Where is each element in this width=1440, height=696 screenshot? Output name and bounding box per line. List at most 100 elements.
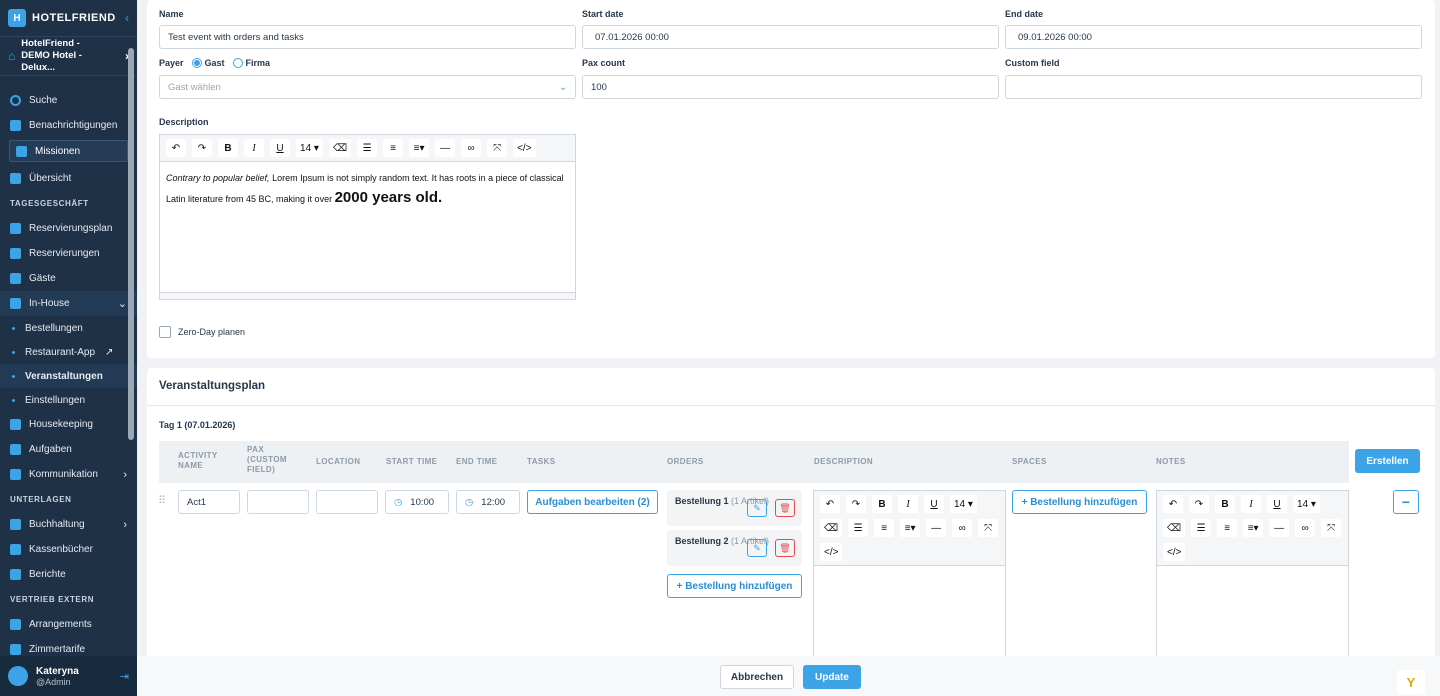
sidebar-item-room-rates[interactable]: Zimmertarife <box>0 637 137 656</box>
undo-icon[interactable]: ↶ <box>166 139 186 157</box>
italic-icon[interactable]: I <box>244 139 264 157</box>
italic-icon[interactable]: I <box>898 495 918 513</box>
numbered-list-icon[interactable]: ≡ <box>383 139 404 157</box>
underline-icon[interactable]: U <box>924 495 944 513</box>
activity-name-input[interactable]: Act1 <box>178 490 240 514</box>
fullscreen-icon[interactable]: ⤧ <box>487 139 508 157</box>
hotelfriend-logo-icon: H <box>8 9 26 27</box>
sidebar-item-reservation-plan[interactable]: Reservierungsplan <box>0 216 137 241</box>
sidebar-item-housekeeping[interactable]: Housekeeping <box>0 412 137 437</box>
align-icon[interactable]: ≡▾ <box>900 519 921 537</box>
sidebar-item-accounting[interactable]: Buchhaltung › <box>0 512 137 537</box>
bullet-list-icon[interactable]: ☰ <box>848 519 869 537</box>
delete-order-icon[interactable]: 🗑 <box>775 539 795 557</box>
horizontal-rule-icon[interactable]: — <box>435 139 456 157</box>
link-icon[interactable]: ∞ <box>1295 519 1316 537</box>
link-icon[interactable]: ∞ <box>461 139 482 157</box>
sidebar-item-reports[interactable]: Berichte <box>0 562 137 587</box>
end-time-input[interactable]: ◷ 12:00 <box>456 490 520 514</box>
sidebar-scrollbar[interactable] <box>128 48 134 440</box>
update-button[interactable]: Update <box>803 665 861 689</box>
sidebar-sub-events[interactable]: Veranstaltungen <box>0 364 137 388</box>
undo-icon[interactable]: ↶ <box>820 495 840 513</box>
italic-icon[interactable]: I <box>1241 495 1261 513</box>
bullet-list-icon[interactable]: ☰ <box>357 139 378 157</box>
zero-day-checkbox[interactable] <box>159 326 171 338</box>
bullet-list-icon[interactable]: ☰ <box>1191 519 1212 537</box>
eraser-icon[interactable]: ⌫ <box>820 519 843 537</box>
code-icon[interactable]: </> <box>1163 543 1186 561</box>
sidebar-item-missions[interactable]: Missionen <box>9 140 128 162</box>
logout-icon[interactable]: ⇥ <box>120 670 129 683</box>
horizontal-rule-icon[interactable]: — <box>926 519 947 537</box>
description-content[interactable]: Contrary to popular belief, Lorem Ipsum … <box>160 162 575 215</box>
align-icon[interactable]: ≡▾ <box>409 139 430 157</box>
bold-icon[interactable]: B <box>218 139 238 157</box>
helper-widget-icon[interactable]: Y <box>1397 670 1425 694</box>
underline-icon[interactable]: U <box>1267 495 1287 513</box>
sidebar-item-guests[interactable]: Gäste <box>0 266 137 291</box>
drag-handle-icon[interactable]: ⠿ <box>158 494 166 507</box>
sidebar-item-in-house[interactable]: In-House ⌄ <box>0 291 137 316</box>
start-date-input[interactable]: 07.01.2026 00:00 <box>582 25 999 49</box>
create-button[interactable]: Erstellen <box>1355 449 1420 473</box>
sidebar-sub-orders[interactable]: Bestellungen <box>0 316 137 340</box>
edit-order-icon[interactable]: ✎ <box>747 499 767 517</box>
underline-icon[interactable]: U <box>270 139 290 157</box>
sidebar-item-overview[interactable]: Übersicht <box>0 166 137 191</box>
delete-order-icon[interactable]: 🗑 <box>775 499 795 517</box>
location-input[interactable] <box>316 490 378 514</box>
code-icon[interactable]: </> <box>820 543 843 561</box>
fullscreen-icon[interactable]: ⤧ <box>1321 519 1342 537</box>
sidebar-item-search[interactable]: Suche <box>0 88 137 113</box>
edit-tasks-button[interactable]: Aufgaben bearbeiten (2) <box>527 490 658 514</box>
undo-icon[interactable]: ↶ <box>1163 495 1183 513</box>
font-size-select[interactable]: 14 ▾ <box>1293 495 1320 513</box>
pax-custom-input[interactable] <box>247 490 309 514</box>
numbered-list-icon[interactable]: ≡ <box>874 519 895 537</box>
custom-field-input[interactable] <box>1005 75 1422 99</box>
sidebar-item-notifications[interactable]: Benachrichtigungen <box>0 113 137 138</box>
link-icon[interactable]: ∞ <box>952 519 973 537</box>
redo-icon[interactable]: ↷ <box>192 139 212 157</box>
user-profile[interactable]: Kateryna @Admin ⇥ <box>0 656 137 696</box>
name-input[interactable]: Test event with orders and tasks <box>159 25 576 49</box>
payer-radio-company[interactable]: Firma <box>232 58 270 68</box>
font-size-select[interactable]: 14 ▾ <box>950 495 977 513</box>
horizontal-rule-icon[interactable]: — <box>1269 519 1290 537</box>
bold-icon[interactable]: B <box>1215 495 1235 513</box>
eraser-icon[interactable]: ⌫ <box>328 139 352 157</box>
sidebar-item-tasks[interactable]: Aufgaben <box>0 437 137 462</box>
guest-select[interactable]: Gast wählen ⌄ <box>159 75 576 99</box>
start-time-input[interactable]: ◷ 10:00 <box>385 490 449 514</box>
remove-row-button[interactable]: − <box>1393 490 1419 514</box>
editor-resize-handle[interactable] <box>160 292 575 299</box>
redo-icon[interactable]: ↷ <box>1189 495 1209 513</box>
end-date-input[interactable]: 09.01.2026 00:00 <box>1005 25 1422 49</box>
sidebar-sub-settings[interactable]: Einstellungen <box>0 388 137 412</box>
brand-logo[interactable]: H HOTELFRIEND ‹ <box>0 0 137 36</box>
add-order-button[interactable]: + Bestellung hinzufügen <box>667 574 802 598</box>
bold-icon[interactable]: B <box>872 495 892 513</box>
cancel-button[interactable]: Abbrechen <box>720 665 794 689</box>
code-icon[interactable]: </> <box>513 139 536 157</box>
numbered-list-icon[interactable]: ≡ <box>1217 519 1238 537</box>
redo-icon[interactable]: ↷ <box>846 495 866 513</box>
font-size-select[interactable]: 14 ▾ <box>296 139 323 157</box>
add-space-button[interactable]: + Bestellung hinzufügen <box>1012 490 1147 514</box>
payer-radio-guest[interactable]: Gast <box>191 58 225 68</box>
eraser-icon[interactable]: ⌫ <box>1163 519 1186 537</box>
th-start-time: START TIME <box>386 457 438 466</box>
hotel-selector[interactable]: ⌂ HotelFriend - DEMO Hotel - Delux... › <box>0 36 137 76</box>
sidebar-sub-restaurant-app[interactable]: Restaurant-App ↗ <box>0 340 137 364</box>
bell-icon <box>10 120 21 131</box>
sidebar-item-cashbooks[interactable]: Kassenbücher <box>0 537 137 562</box>
sidebar-item-communication[interactable]: Kommunikation › <box>0 462 137 487</box>
sidebar-item-packages[interactable]: Arrangements <box>0 612 137 637</box>
pax-input[interactable]: 100 <box>582 75 999 99</box>
align-icon[interactable]: ≡▾ <box>1243 519 1264 537</box>
collapse-sidebar-icon[interactable]: ‹ <box>125 11 129 25</box>
fullscreen-icon[interactable]: ⤧ <box>978 519 999 537</box>
edit-order-icon[interactable]: ✎ <box>747 539 767 557</box>
sidebar-item-reservations[interactable]: Reservierungen <box>0 241 137 266</box>
